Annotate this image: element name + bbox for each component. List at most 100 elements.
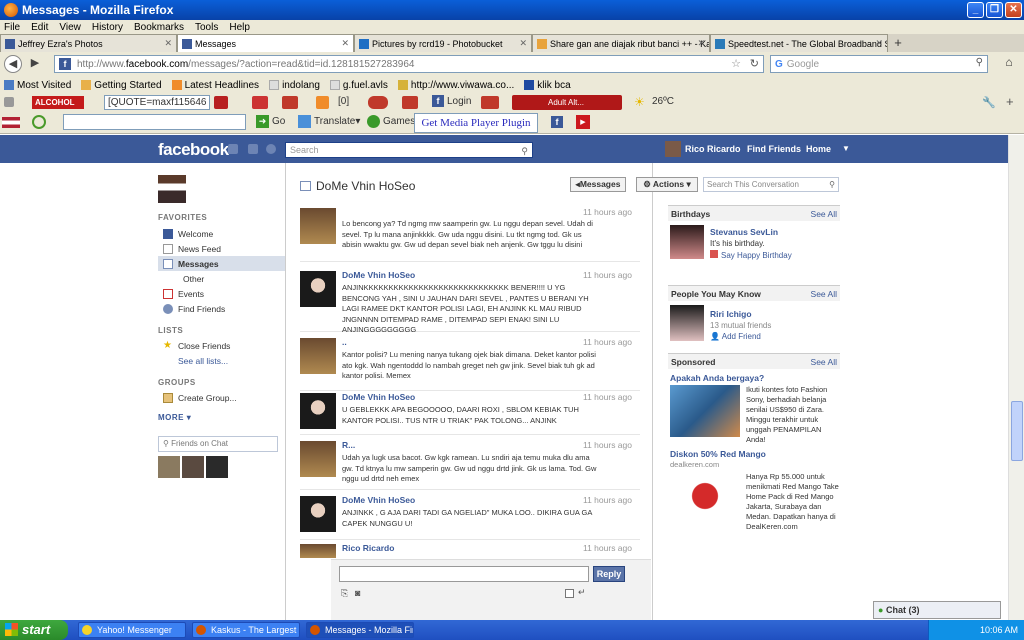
account-menu-chevron-icon[interactable]: ▼ <box>842 144 850 153</box>
see-all-lists-link[interactable]: See all lists... <box>158 353 286 368</box>
messages-icon[interactable] <box>248 144 258 154</box>
facebook-icon[interactable]: f <box>551 116 563 128</box>
pymk-person-name[interactable]: Riri Ichigo <box>710 309 752 319</box>
taskbar-item-messages[interactable]: Messages - Mozilla Fir... <box>306 622 414 638</box>
avatar[interactable] <box>158 456 180 478</box>
menu-edit[interactable]: Edit <box>31 22 48 33</box>
birthday-person-name[interactable]: Stevanus SevLin <box>710 227 778 237</box>
ad-sony-fashion[interactable]: Apakah Anda bergaya? Ikuti kontes foto F… <box>668 369 840 449</box>
sidebar-item-events[interactable]: Events <box>158 286 286 301</box>
sidebar-item-welcome[interactable]: Welcome <box>158 226 286 241</box>
find-friends-link[interactable]: Find Friends <box>747 144 801 154</box>
sponsored-see-all-link[interactable]: See All <box>811 357 837 367</box>
tab-close-icon[interactable]: ✕ <box>697 38 705 49</box>
page-scrollbar[interactable] <box>1008 135 1024 621</box>
facebook-logo[interactable]: facebook <box>158 140 229 160</box>
start-button[interactable]: start <box>0 620 68 640</box>
message-sender[interactable]: DoMe Vhin HoSeo <box>342 392 415 402</box>
message-sender[interactable]: R... <box>342 440 355 450</box>
new-tab-button[interactable]: + <box>888 34 908 52</box>
sidebar-item-close-friends[interactable]: ★ Close Friends <box>158 338 286 353</box>
tab-close-icon[interactable]: ✕ <box>519 38 527 49</box>
ad-red-mango[interactable]: Diskon 50% Red Mango dealkeren.com Hanya… <box>668 449 840 539</box>
say-happy-birthday-link[interactable]: Say Happy Birthday <box>710 250 792 260</box>
birthdays-see-all-link[interactable]: See All <box>811 209 837 219</box>
avatar[interactable] <box>206 456 228 478</box>
pymk-see-all-link[interactable]: See All <box>811 289 837 299</box>
bookmark-latest-headlines[interactable]: Latest Headlines <box>171 80 259 91</box>
quote-dropdown[interactable]: [QUOTE=maxf115646 <box>104 95 210 110</box>
mutual-friends-text[interactable]: 13 mutual friends <box>710 321 771 330</box>
reload-icon[interactable]: ↻ <box>750 57 759 70</box>
search-box[interactable]: G Google ⚲ <box>770 55 988 73</box>
menu-tools[interactable]: Tools <box>195 22 218 33</box>
friend-requests-icon[interactable] <box>228 144 238 154</box>
message-sender[interactable]: DoMe Vhin HoSeo <box>342 495 415 505</box>
sidebar-item-news-feed[interactable]: News Feed <box>158 241 286 256</box>
wrench-icon[interactable]: 🔧 <box>982 96 996 109</box>
tab-speedtest[interactable]: Speedtest.net - The Global Broadband S..… <box>710 34 888 52</box>
games-button[interactable]: Games <box>367 115 415 128</box>
tab-close-icon[interactable]: ✕ <box>341 38 349 49</box>
camera-icon[interactable]: ◙ <box>355 588 360 598</box>
bookmark-gfuel[interactable]: g.fuel.avls <box>329 80 388 91</box>
add-friend-link[interactable]: 👤 Add Friend <box>710 332 761 341</box>
maximize-button[interactable]: ❐ <box>986 2 1003 18</box>
toolbar-search-input[interactable] <box>63 114 246 130</box>
actions-dropdown-button[interactable]: ⚙ Actions ▾ <box>636 177 698 192</box>
menu-file[interactable]: File <box>4 22 20 33</box>
tab-kaskus[interactable]: Share gan ane diajak ribut banci ++ - Ka… <box>532 34 710 52</box>
weather-temp[interactable]: 26ºC <box>652 96 674 107</box>
star-icon[interactable]: ☆ <box>731 57 741 70</box>
attach-file-icon[interactable]: ⎘ <box>341 588 348 599</box>
menu-bookmarks[interactable]: Bookmarks <box>134 22 184 33</box>
reply-button[interactable]: Reply <box>593 566 625 582</box>
bookmark-indolang[interactable]: indolang <box>269 80 320 91</box>
close-button[interactable]: ✕ <box>1005 2 1022 18</box>
home-icon[interactable]: ⌂ <box>1000 55 1018 73</box>
scrollbar-thumb[interactable] <box>1011 401 1023 461</box>
minimize-button[interactable]: _ <box>967 2 984 18</box>
search-icon[interactable]: ⚲ <box>521 144 528 158</box>
settings-icon[interactable] <box>481 96 499 109</box>
tab-close-icon[interactable]: ✕ <box>164 38 172 49</box>
sidebar-more-link[interactable]: MORE ▾ <box>158 413 286 422</box>
ad-image[interactable] <box>670 473 740 519</box>
bookmark-klik-bca[interactable]: klik bca <box>524 80 571 91</box>
bookmark-most-visited[interactable]: Most Visited <box>4 80 71 91</box>
avatar[interactable] <box>300 271 336 307</box>
menu-view[interactable]: View <box>59 22 81 33</box>
alcohol-soft-logo[interactable]: ALCOHOL <box>32 96 84 109</box>
ad-image[interactable] <box>670 385 740 437</box>
message-sender[interactable]: Rico Ricardo <box>342 543 394 553</box>
sidebar-item-find-friends[interactable]: Find Friends <box>158 301 286 316</box>
avatar[interactable] <box>182 456 204 478</box>
avatar[interactable] <box>670 225 704 259</box>
bookmark-getting-started[interactable]: Getting Started <box>81 80 162 91</box>
ad-title[interactable]: Apakah Anda bergaya? <box>670 373 764 383</box>
facebook-login-button[interactable]: f Login <box>432 95 471 107</box>
tab-close-icon[interactable]: ✕ <box>875 38 883 49</box>
notifications-globe-icon[interactable] <box>266 144 276 154</box>
tab-photobucket[interactable]: Pictures by rcrd19 - Photobucket ✕ <box>354 34 532 52</box>
addon-icon[interactable] <box>4 97 14 107</box>
bookmark-viwawa[interactable]: http://www.viwawa.co... <box>397 80 514 91</box>
us-flag-icon[interactable] <box>2 117 20 128</box>
facebook-search-input[interactable]: Search ⚲ <box>285 142 533 158</box>
home-link[interactable]: Home <box>806 144 831 154</box>
search-icon[interactable]: ⚲ <box>976 57 983 68</box>
record-icon[interactable] <box>214 96 228 109</box>
tab-messages[interactable]: Messages ✕ <box>177 34 354 52</box>
youtube-icon[interactable]: ▶ <box>576 115 590 129</box>
avatar[interactable] <box>300 544 336 558</box>
chat-bar[interactable]: ● Chat (3) <box>873 601 1001 619</box>
addon-logo-icon[interactable] <box>32 115 46 129</box>
avatar[interactable] <box>300 338 336 374</box>
sidebar-item-create-group[interactable]: Create Group... <box>158 390 286 405</box>
ad-title[interactable]: Diskon 50% Red Mango <box>670 449 766 459</box>
profile-picture[interactable] <box>158 175 186 203</box>
menu-help[interactable]: Help <box>229 22 250 33</box>
avatar[interactable] <box>300 441 336 477</box>
go-button[interactable]: ➜ Go <box>256 115 285 128</box>
menu-history[interactable]: History <box>92 22 123 33</box>
